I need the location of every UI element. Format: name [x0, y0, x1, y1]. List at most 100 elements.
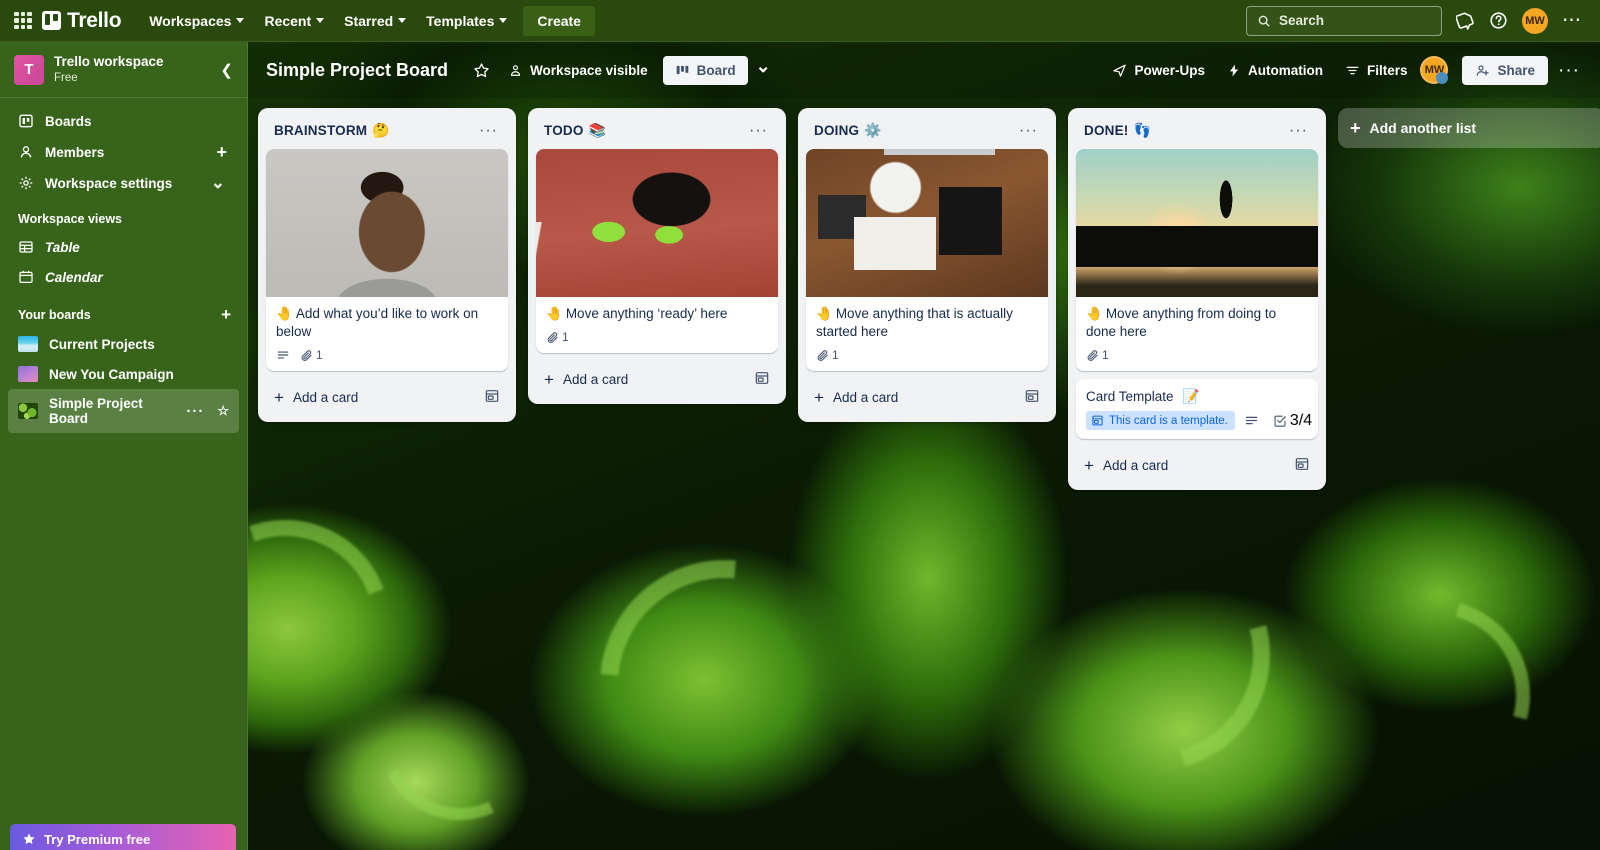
- notification-bell-icon[interactable]: [1456, 11, 1475, 30]
- add-card-doing[interactable]: + Add a card: [806, 379, 1048, 414]
- add-board-icon[interactable]: +: [221, 306, 231, 323]
- sidebar-board-new-you-campaign[interactable]: New You Campaign: [8, 359, 239, 389]
- search-placeholder-text: Search: [1279, 13, 1325, 28]
- card-template[interactable]: Card Template 📝 This card is a template.: [1076, 379, 1318, 440]
- person-plus-icon: [1477, 64, 1490, 76]
- board-member-avatar[interactable]: MW: [1420, 56, 1449, 84]
- list-title-text: TODO: [544, 123, 584, 138]
- sidebar-item-members[interactable]: Members +: [8, 136, 239, 168]
- attachment-icon: [1087, 350, 1098, 361]
- sidebar-calendar-label: Calendar: [45, 269, 103, 285]
- list-menu-icon[interactable]: ···: [1015, 123, 1042, 138]
- card-template-icon[interactable]: [1024, 388, 1040, 407]
- sidebar-item-workspace-settings[interactable]: Workspace settings ⌄: [8, 168, 239, 198]
- card-template-title-text: Card Template: [1086, 389, 1174, 405]
- list-menu-icon[interactable]: ···: [745, 123, 772, 138]
- create-button[interactable]: Create: [523, 5, 595, 36]
- card[interactable]: 🤚 Move anything ‘ready’ here 1: [536, 149, 778, 354]
- card-template-icon[interactable]: [484, 388, 500, 407]
- automation-button[interactable]: Automation: [1218, 56, 1332, 85]
- card-emoji: 🤚: [546, 306, 563, 321]
- add-card-label: Add a card: [562, 372, 629, 388]
- add-another-list-label: Add another list: [1369, 120, 1477, 136]
- checklist-count: 3/4: [1289, 411, 1313, 429]
- sidebar-item-table[interactable]: Table: [8, 232, 239, 262]
- lightning-icon: [1229, 64, 1239, 76]
- sidebar-board-simple-project-board[interactable]: Simple Project Board ··· ☆: [8, 389, 239, 434]
- board-view-switcher[interactable]: Board: [662, 55, 748, 85]
- list-menu-icon[interactable]: ···: [1285, 123, 1312, 138]
- card-emoji: 🤚: [276, 306, 293, 321]
- card[interactable]: 🤚 Move anything that is actually started …: [806, 149, 1048, 372]
- workspace-header[interactable]: T Trello workspace Free ❮: [0, 42, 247, 99]
- help-circle-icon[interactable]: [1489, 11, 1508, 30]
- card-title: 🤚 Add what you’d like to work on below: [276, 305, 498, 341]
- apps-grid-icon[interactable]: [12, 10, 34, 32]
- chevron-down-icon: [236, 18, 245, 23]
- nav-recent-label: Recent: [264, 12, 312, 29]
- share-button[interactable]: Share: [1462, 55, 1549, 85]
- list-emoji: ⚙️: [864, 122, 882, 138]
- add-card-done[interactable]: + Add a card: [1076, 447, 1318, 482]
- card[interactable]: 🤚 Add what you’d like to work on below 1: [266, 149, 508, 372]
- power-ups-button[interactable]: Power-Ups: [1103, 56, 1214, 85]
- nav-recent[interactable]: Recent: [254, 7, 334, 35]
- add-card-brainstorm[interactable]: + Add a card: [266, 379, 508, 414]
- list-title[interactable]: TODO 📚: [544, 122, 745, 139]
- attachment-icon: [301, 350, 312, 361]
- list-title[interactable]: DOING ⚙️: [814, 122, 1015, 139]
- chevron-down-icon: [398, 18, 407, 23]
- card-badges: 1: [276, 348, 498, 362]
- list-title-text: BRAINSTORM: [274, 123, 368, 138]
- sidebar: T Trello workspace Free ❮ Boards Members…: [0, 42, 248, 850]
- nav-workspaces[interactable]: Workspaces: [139, 7, 254, 35]
- card-template-icon[interactable]: [1294, 456, 1310, 475]
- sidebar-item-boards[interactable]: Boards: [8, 106, 239, 136]
- attachment-badge: 1: [300, 348, 328, 362]
- card-title: 🤚 Move anything from doing to done here: [1086, 305, 1308, 341]
- nav-templates[interactable]: Templates: [416, 7, 517, 35]
- card-cover-image: [266, 149, 508, 297]
- star-outline-icon[interactable]: [464, 55, 499, 86]
- add-card-label: Add a card: [832, 390, 899, 406]
- board-thumbnail: [18, 366, 38, 383]
- top-nav-overflow-icon[interactable]: ⋯: [1562, 11, 1582, 30]
- nav-starred[interactable]: Starred: [334, 7, 416, 35]
- search-input[interactable]: Search: [1246, 5, 1442, 36]
- attachment-icon: [817, 350, 828, 361]
- board-overflow-icon[interactable]: ···: [184, 403, 206, 420]
- view-switcher-chevron[interactable]: ⌄: [748, 57, 779, 82]
- trello-logo-mark: [42, 11, 61, 30]
- add-another-list-button[interactable]: + Add another list: [1338, 108, 1600, 148]
- list-title[interactable]: DONE! 👣: [1084, 122, 1285, 139]
- list-title[interactable]: BRAINSTORM 🤔: [274, 122, 475, 139]
- list-menu-icon[interactable]: ···: [475, 123, 502, 138]
- trello-logo[interactable]: Trello: [42, 9, 122, 33]
- template-badge-label: This card is a template.: [1109, 414, 1228, 427]
- list-title-text: DOING: [814, 123, 860, 138]
- sidebar-item-calendar[interactable]: Calendar: [8, 262, 239, 292]
- top-nav-right-group: Search MW ⋯: [1246, 5, 1588, 36]
- list-done: DONE! 👣 ··· 🤚 Move anything from doing to …: [1068, 108, 1326, 491]
- user-avatar[interactable]: MW: [1522, 7, 1548, 34]
- checklist-badge: 3/4: [1273, 412, 1317, 430]
- nav-starred-label: Starred: [344, 12, 394, 29]
- card-cover-image: [1076, 149, 1318, 297]
- chevron-down-icon[interactable]: ⌄: [211, 174, 231, 190]
- list-todo: TODO 📚 ··· 🤚Move anything ‘ready’ here: [528, 108, 786, 405]
- add-card-todo[interactable]: + Add a card: [536, 361, 778, 396]
- sidebar-boards-list: Current Projects New You Campaign Simple…: [0, 329, 247, 434]
- board-title[interactable]: Simple Project Board: [266, 60, 448, 81]
- try-premium-button[interactable]: Try Premium free: [10, 824, 236, 850]
- add-member-icon[interactable]: +: [216, 143, 231, 161]
- card[interactable]: 🤚 Move anything from doing to done here 1: [1076, 149, 1318, 372]
- sidebar-board-current-projects[interactable]: Current Projects: [8, 329, 239, 359]
- chevron-left-icon[interactable]: ❮: [216, 61, 237, 79]
- board-star-icon[interactable]: ☆: [217, 403, 231, 419]
- card-template-icon[interactable]: [754, 370, 770, 389]
- filters-button[interactable]: Filters: [1336, 56, 1417, 85]
- board-overflow-menu-icon[interactable]: ···: [1552, 61, 1586, 80]
- workspace-meta: Trello workspace Free: [54, 54, 206, 85]
- workspace-visibility-button[interactable]: Workspace visible: [499, 56, 657, 85]
- attachment-count: 1: [832, 348, 839, 363]
